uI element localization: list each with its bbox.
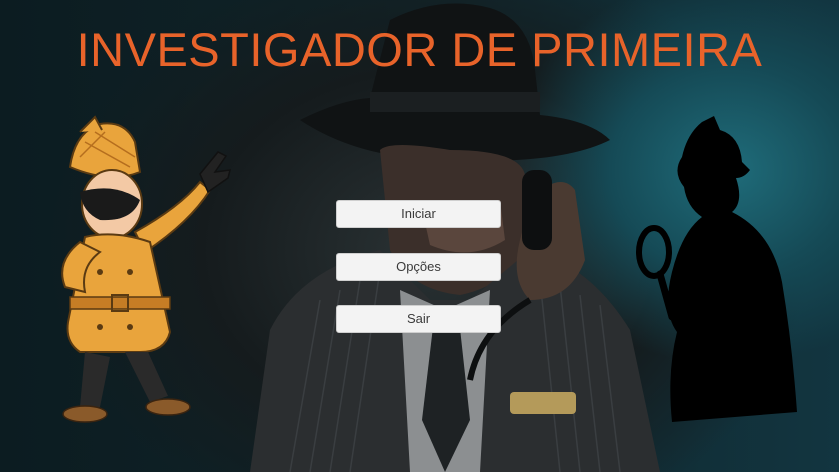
detective-silhouette-icon xyxy=(636,116,797,422)
cartoon-detective-icon xyxy=(61,115,231,423)
options-button[interactable]: Opções xyxy=(336,253,501,281)
exit-button[interactable]: Sair xyxy=(336,305,501,333)
start-button[interactable]: Iniciar xyxy=(336,200,501,228)
game-title: INVESTIGADOR DE PRIMEIRA xyxy=(76,23,763,76)
main-menu-screen: INVESTIGADOR DE PRIMEIRA Iniciar Opções … xyxy=(0,0,839,472)
main-menu: Iniciar Opções Sair xyxy=(336,200,501,358)
